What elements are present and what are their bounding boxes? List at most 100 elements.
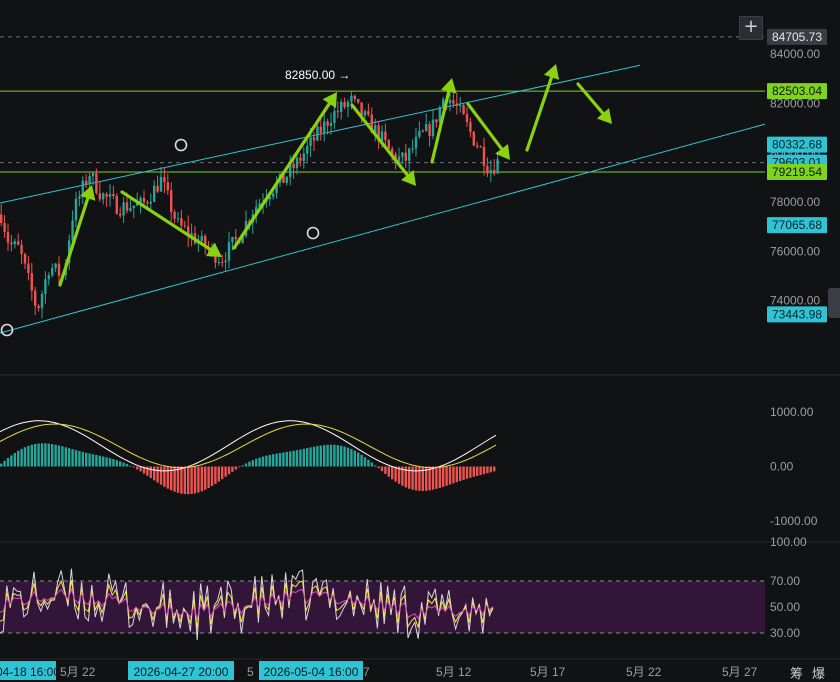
macd-histogram-bar xyxy=(438,466,441,488)
macd-histogram-bar xyxy=(64,447,67,467)
rsi-tick-label: 100.00 xyxy=(770,535,807,549)
channel-lower-line xyxy=(0,123,766,334)
macd-histogram-bar xyxy=(431,466,435,490)
macd-histogram-bar xyxy=(265,455,268,467)
price-chart[interactable]: 82850.00 → 1000.00 0.00 -1000.00 100.00 70.… xyxy=(0,0,840,680)
macd-histogram-bar xyxy=(448,466,452,485)
candle-body xyxy=(3,223,6,232)
macd-histogram-bar xyxy=(30,444,33,467)
time-tick-label: 5月 12 xyxy=(436,665,472,679)
macd-line xyxy=(0,420,497,472)
candle-body xyxy=(102,193,105,200)
channel-anchor xyxy=(174,138,188,152)
macd-histogram-bar xyxy=(391,466,394,480)
candle-body xyxy=(91,173,95,177)
macd-histogram-bar xyxy=(316,446,319,467)
rsi-tick-label: 70.00 xyxy=(770,574,800,588)
macd-histogram-bar xyxy=(295,450,299,467)
macd-histogram-bar xyxy=(282,452,285,467)
macd-histogram-bar xyxy=(343,446,346,467)
macd-histogram-bar xyxy=(238,466,241,468)
macd-histogram-bar xyxy=(367,459,370,467)
macd-histogram-bar xyxy=(125,464,129,467)
macd-histogram-bar xyxy=(129,465,132,467)
macd-histogram-bar xyxy=(98,455,101,467)
macd-histogram-bar xyxy=(193,466,197,494)
candle-body xyxy=(183,225,186,227)
macd-histogram-bar xyxy=(353,450,356,467)
macd-histogram-bar xyxy=(23,447,27,467)
candle-body xyxy=(95,173,98,194)
macd-histogram-bar xyxy=(323,445,326,467)
macd-histogram-bar xyxy=(462,466,465,480)
blast-label[interactable]: 爆 xyxy=(812,663,825,682)
candle-body xyxy=(119,213,122,216)
candle-body xyxy=(455,103,458,106)
macd-histogram-bar xyxy=(418,466,421,491)
macd-histogram-bar xyxy=(17,450,20,467)
candle-body xyxy=(326,121,329,126)
candle-body xyxy=(170,190,173,212)
macd-tick-label: -1000.00 xyxy=(770,514,818,528)
candle-body xyxy=(6,231,10,243)
macd-histogram-bar xyxy=(37,443,40,467)
macd-histogram-bar xyxy=(459,466,462,481)
candle-body xyxy=(30,273,33,291)
candle-body xyxy=(51,268,54,276)
candle-body xyxy=(299,157,302,161)
candle-body xyxy=(401,152,404,157)
candle-body xyxy=(343,101,346,108)
horizontal-levels xyxy=(0,36,765,173)
price-tags: 84705.7382503.0480332.6879603.0179219.54… xyxy=(767,28,827,323)
macd-histogram-bar xyxy=(329,444,333,467)
macd-histogram-bar xyxy=(88,453,91,467)
chips-label[interactable]: 筹 xyxy=(790,663,803,682)
candle-body xyxy=(98,193,101,200)
candle-body xyxy=(316,126,319,141)
candle-body xyxy=(74,198,78,221)
macd-histogram-bar xyxy=(336,445,339,467)
candle-body xyxy=(125,202,129,211)
add-button[interactable]: + xyxy=(739,16,763,40)
macd-histogram-bar xyxy=(57,445,61,467)
macd-histogram-bar xyxy=(44,443,47,467)
macd-histogram-bar xyxy=(231,466,234,472)
macd-histogram-bar xyxy=(149,466,152,479)
macd-histogram-bar xyxy=(472,466,475,477)
macd-histogram-bar xyxy=(278,452,282,467)
macd-histogram-bar xyxy=(204,466,207,490)
macd-histogram-bar xyxy=(370,462,373,467)
price-tick-label: 78000.00 xyxy=(770,195,820,209)
macd-histogram-bar xyxy=(105,457,108,467)
macd-histogram-bar xyxy=(346,447,350,467)
macd-histogram-bar xyxy=(27,445,30,467)
projection-arrow-shaft xyxy=(350,103,409,177)
candle-body xyxy=(200,235,203,241)
macd-histogram-bar xyxy=(119,461,122,467)
price-tag-label: 73443.98 xyxy=(772,307,822,321)
candle-body xyxy=(435,119,438,123)
candle-body xyxy=(27,263,30,274)
candle-body xyxy=(57,263,61,276)
candle-body xyxy=(78,196,81,199)
macd-histogram-bar xyxy=(180,466,183,494)
macd-histogram-bar xyxy=(20,448,23,467)
candle-body xyxy=(387,140,390,149)
time-tick-label: 7 xyxy=(363,665,370,679)
macd-histogram-bar xyxy=(95,455,98,467)
macd-histogram-bar xyxy=(234,466,237,470)
macd-histogram-bar xyxy=(224,466,227,477)
candle-body xyxy=(23,253,27,264)
macd-histogram-bar xyxy=(210,466,214,487)
macd-histogram-bar xyxy=(292,450,295,467)
candle-body xyxy=(44,279,47,294)
candle-body xyxy=(163,176,166,183)
macd-histogram-bar xyxy=(309,447,312,467)
side-collapse-handle[interactable] xyxy=(828,288,840,318)
candle-body xyxy=(323,121,326,133)
macd-histogram-bar xyxy=(306,448,309,467)
candle-body xyxy=(285,176,288,183)
macd-histogram-bar xyxy=(102,456,105,467)
candle-body xyxy=(333,111,336,123)
macd-histogram-bar xyxy=(74,450,78,467)
